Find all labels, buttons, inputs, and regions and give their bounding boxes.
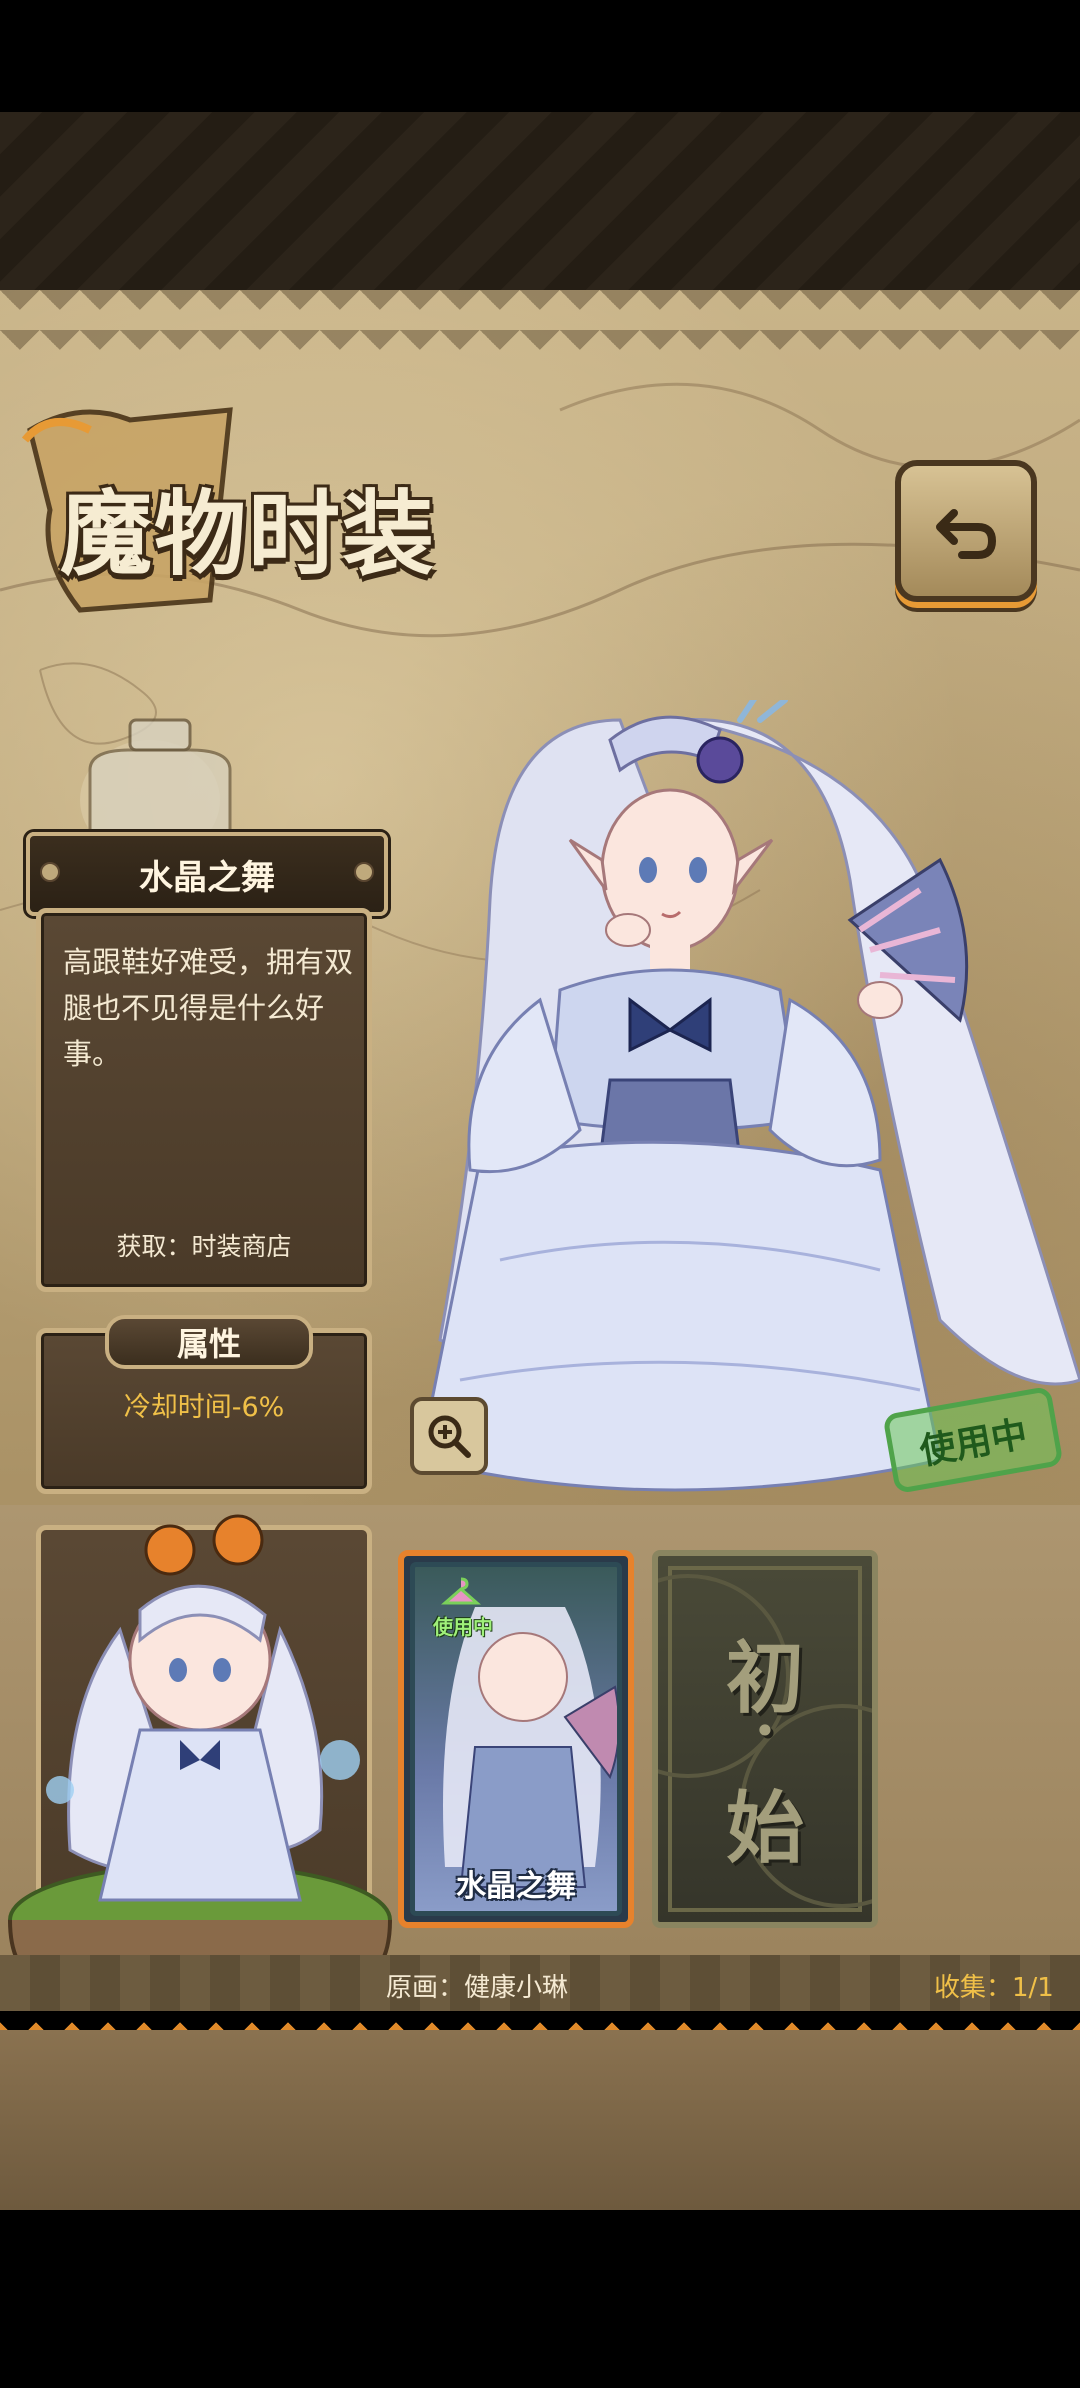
character-illustration	[418, 700, 1080, 1492]
back-button[interactable]	[895, 460, 1037, 602]
rivet-icon	[40, 862, 60, 882]
collection-count: 收集：1/1	[934, 1973, 1054, 2003]
zoom-in-icon	[428, 1415, 471, 1458]
costume-card-crystal-dance[interactable]: 使用中 水晶之舞	[398, 1550, 634, 1928]
zoom-button[interactable]	[410, 1397, 488, 1475]
default-card-char-bottom: 始	[725, 1783, 804, 1874]
attribute-value: 冷却时间-6%	[123, 1392, 285, 1423]
card-label: 水晶之舞	[456, 1869, 576, 1904]
costume-name-plate: 水晶之舞	[26, 832, 388, 916]
attribute-panel: 属性 冷却时间-6%	[36, 1315, 372, 1494]
costume-card-default[interactable]: 初 · 始	[652, 1550, 878, 1928]
attribute-header: 属性	[105, 1315, 313, 1369]
costume-source: 获取：时装商店	[116, 1232, 292, 1261]
hanger-icon	[441, 1577, 481, 1605]
navigation-bar	[0, 2210, 1080, 2388]
card-in-use-badge: 使用中	[433, 1615, 493, 1639]
status-bar	[0, 0, 1080, 112]
rivet-icon	[354, 862, 374, 882]
card-art: 使用中 水晶之舞	[410, 1562, 622, 1916]
page-title: 魔物时装	[60, 480, 437, 588]
chibi-character-preview	[8, 1514, 392, 1982]
back-arrow-icon	[936, 509, 997, 559]
costume-name: 水晶之舞	[139, 857, 275, 898]
top-decor-band	[0, 112, 1080, 290]
footer-decor	[0, 2030, 1080, 2210]
artist-credit: 原画：健康小琳	[386, 1973, 569, 2003]
title-banner: 魔物时装	[20, 400, 520, 620]
default-card-char-mid: ·	[754, 1696, 776, 1766]
costume-description: 高跟鞋好难受，拥有双腿也不见得是什么好事。	[63, 945, 354, 1071]
top-zigzag-edge	[0, 290, 1080, 350]
description-panel: 高跟鞋好难受，拥有双腿也不见得是什么好事。 获取：时装商店	[36, 908, 372, 1292]
